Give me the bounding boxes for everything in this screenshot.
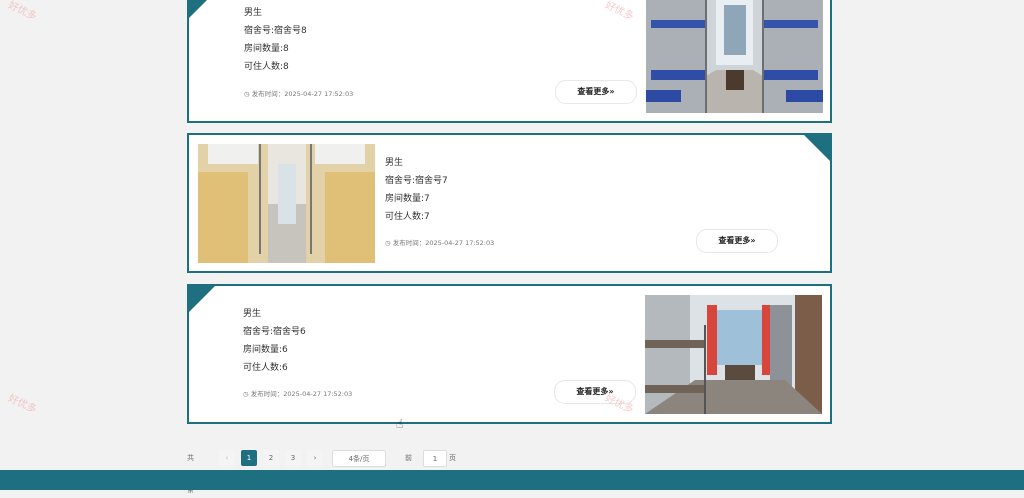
- card-info: 男生 宿舍号:宿舍号6 房间数量:6 可住人数:6: [243, 305, 306, 377]
- next-page-button[interactable]: ›: [307, 450, 323, 466]
- dorm-card-8[interactable]: 男生 宿舍号:宿舍号8 房间数量:8 可住人数:8 ◷ 发布时间：2025-04…: [187, 0, 832, 123]
- dorm-number: 宿舍号:宿舍号6: [243, 327, 306, 337]
- room-count: 房间数量:6: [243, 345, 288, 355]
- card-corner-decoration: [189, 0, 215, 18]
- prev-page-button[interactable]: ‹: [219, 450, 235, 466]
- capacity: 可住人数:7: [385, 212, 430, 222]
- publish-time: ◷ 发布时间：2025-04-27 17:52:03: [385, 239, 495, 247]
- card-corner-decoration: [804, 135, 830, 161]
- publish-time: ◷ 发布时间：2025-04-27 17:52:03: [244, 90, 354, 98]
- goto-suffix: 页: [449, 454, 456, 462]
- page-2-button[interactable]: 2: [263, 450, 279, 466]
- page-size-select[interactable]: 4条/页: [332, 450, 386, 467]
- publish-time: ◷ 发布时间：2025-04-27 17:52:03: [243, 390, 353, 398]
- gender-label: 男生: [244, 8, 263, 18]
- gender-label: 男生: [385, 158, 404, 168]
- hand-cursor-icon: ☝: [396, 417, 404, 431]
- dorm-photo[interactable]: [198, 144, 375, 263]
- page-3-button[interactable]: 3: [285, 450, 301, 466]
- watermark-text: 好优多: [6, 392, 39, 416]
- card-info: 男生 宿舍号:宿舍号7 房间数量:7 可住人数:7: [385, 154, 448, 226]
- dorm-card-6[interactable]: 男生 宿舍号:宿舍号6 房间数量:6 可住人数:6 ◷ 发布时间：2025-04…: [187, 284, 832, 424]
- footer-bar: [0, 470, 1024, 490]
- card-info: 男生 宿舍号:宿舍号8 房间数量:8 可住人数:8: [244, 4, 307, 76]
- dorm-photo[interactable]: [645, 295, 822, 414]
- capacity: 可住人数:8: [244, 62, 289, 72]
- watermark-text: 好优多: [6, 0, 39, 23]
- view-more-button[interactable]: 查看更多»: [696, 229, 778, 253]
- goto-page-input[interactable]: 1: [423, 450, 447, 467]
- room-count: 房间数量:8: [244, 44, 289, 54]
- gender-label: 男生: [243, 309, 262, 319]
- dorm-card-7[interactable]: 男生 宿舍号:宿舍号7 房间数量:7 可住人数:7 ◷ 发布时间：2025-04…: [187, 133, 832, 273]
- dorm-number: 宿舍号:宿舍号8: [244, 26, 307, 36]
- capacity: 可住人数:6: [243, 363, 288, 373]
- dorm-photo[interactable]: [646, 0, 823, 113]
- view-more-button[interactable]: 查看更多»: [555, 80, 637, 104]
- page-1-button[interactable]: 1: [241, 450, 257, 466]
- dorm-number: 宿舍号:宿舍号7: [385, 176, 448, 186]
- room-count: 房间数量:7: [385, 194, 430, 204]
- card-corner-decoration: [189, 286, 215, 312]
